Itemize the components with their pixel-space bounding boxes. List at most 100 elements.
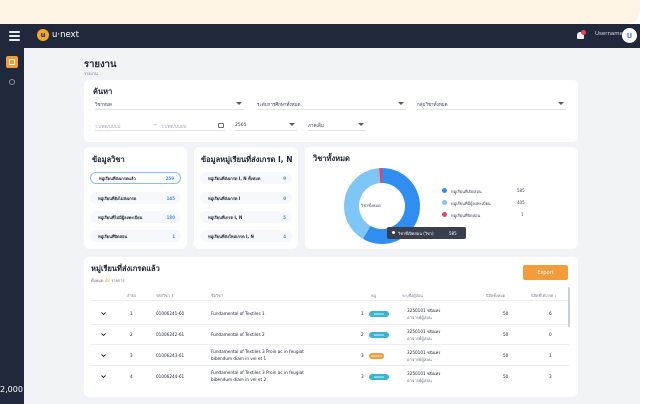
stat-value: 180	[166, 214, 175, 220]
subject-select[interactable]: วิชาหมด	[95, 99, 244, 110]
col-index-header: ลำดับ	[127, 293, 137, 298]
stat-value: 145	[166, 195, 175, 201]
bell-icon[interactable]	[576, 30, 586, 42]
sidebar-item-report[interactable]	[6, 56, 18, 68]
status-badge[interactable]: ผลสอบ	[369, 311, 389, 317]
stat-grade-in-all[interactable]: หมู่เรียนที่ส่งเกรด I, N ทั้งหมด 9	[200, 172, 292, 184]
row-code: 01006243-61	[156, 353, 185, 358]
row-name-line2: bibendum diam in vel et 2	[211, 377, 267, 382]
term-select[interactable]: ภาคเต็ม	[308, 120, 366, 131]
row-instructor: 3250101 ชนินทร	[407, 371, 441, 376]
legend-value: 585	[517, 188, 525, 193]
donut-center-label: วิชาทั้งหมด	[361, 203, 381, 208]
chevron-down-icon[interactable]	[101, 312, 106, 315]
row-section: 3	[361, 374, 364, 379]
document-icon	[9, 79, 15, 85]
row-section: 1	[361, 311, 364, 316]
sidebar-item-other[interactable]	[6, 76, 18, 88]
table-scrollbar[interactable]	[568, 287, 570, 327]
stat-label: หมู่เรียนที่ส่งเกรด I, N ทั้งหมด	[208, 175, 261, 181]
top-strip	[0, 0, 640, 24]
stat-no-enrollment[interactable]: หมู่เรียนที่ไม่มีผู้ลงทะเบียน 180	[90, 211, 181, 223]
status-badge[interactable]: ผลสอบ	[369, 374, 389, 380]
top-navbar: u u·next Username U	[0, 24, 640, 48]
legend-label: หมู่เรียนที่มีผู้ลงทะเบียน	[451, 201, 491, 206]
col-name-header: ชื่อวิชา	[211, 293, 223, 298]
row-grade-i: 6	[549, 311, 552, 316]
row-section: 3	[361, 353, 364, 358]
row-instructor-role: อาจารย์ผู้สอน	[407, 336, 432, 341]
row-name: Fundamental of Textiles 2	[211, 332, 265, 337]
chevron-down-icon[interactable]	[101, 354, 106, 357]
stat-value: 4	[283, 233, 286, 239]
row-students: 50	[503, 353, 509, 358]
row-index: 4	[130, 374, 133, 379]
stat-grade-in-new[interactable]: หมู่เรียนที่ส่งใหม่เกรด I, N 4	[200, 230, 292, 242]
row-instructor: 3250101 ชนินทร	[407, 350, 441, 355]
row-name-line2: bibendum diam in vel et 1	[211, 356, 267, 361]
subject-info-card: ข้อมูลวิชา หมู่เรียนที่ส่งเกรดแล้ว 259 หม…	[84, 147, 187, 249]
row-students: 50	[503, 374, 509, 379]
chevron-down-icon	[358, 123, 364, 126]
stat-closed[interactable]: หมู่เรียนที่ปิดสอน 1	[90, 230, 181, 242]
chevron-down-icon[interactable]	[101, 375, 106, 378]
chevron-down-icon	[558, 102, 564, 105]
legend-label: หมู่เรียนที่ปิดสอน	[451, 213, 481, 218]
stat-not-graded[interactable]: หมู่เรียนที่ยังไม่ส่งเกรด 145	[90, 192, 181, 204]
year-select[interactable]: 2565	[235, 120, 297, 131]
date-to-placeholder: วว/ดด/ปปปป	[161, 125, 187, 130]
row-students: 50	[503, 311, 509, 316]
hamburger-icon[interactable]	[9, 31, 20, 41]
row-name: Fundamental of Textiles 1	[211, 311, 265, 316]
col-instructor-header: ระบุชื่อผู้สอน	[402, 293, 423, 298]
tooltip-dot	[392, 231, 395, 234]
date-arrow: →	[153, 123, 157, 128]
chevron-down-icon[interactable]	[101, 333, 106, 336]
row-index: 1	[130, 311, 133, 316]
stat-value: 259	[165, 175, 174, 181]
row-index: 3	[130, 353, 133, 358]
sort-icon[interactable]: ⇕	[171, 293, 174, 298]
stat-value: 1	[172, 233, 175, 239]
username-label[interactable]: Username	[595, 31, 623, 37]
stat-label: หมู่เรียนที่ส่งเกรดแล้ว	[99, 175, 136, 181]
legend-value: 1	[521, 212, 524, 217]
stat-value: 0	[283, 195, 286, 201]
legend-dot	[442, 200, 447, 205]
term-select-value: ภาคเต็ม	[308, 123, 324, 129]
legend-value: 405	[517, 200, 525, 205]
stat-grade-in[interactable]: หมู่เรียนที่เกรด I, N 5	[200, 211, 292, 223]
row-code: 01006241-60	[156, 311, 185, 316]
status-badge[interactable]: ผลสอบ	[369, 332, 389, 338]
row-code: 01006242-61	[156, 332, 185, 337]
date-range-input[interactable]: วว/ดด/ปปปป → วว/ดด/ปปปป	[95, 120, 225, 131]
app-logo[interactable]: u u·next	[37, 29, 79, 41]
avatar[interactable]: U	[622, 28, 637, 43]
app-frame: u u·next Username U รายงาน รายงาน ค้นหา …	[0, 0, 645, 404]
chevron-down-icon	[289, 123, 295, 126]
chart-tooltip: วิชาที่เปิดสอน (วิชา) 585	[387, 227, 466, 239]
chevron-down-icon	[398, 102, 404, 105]
level-select[interactable]: ระดับการศึกษาทั้งหมด	[257, 99, 406, 110]
chevron-down-icon	[236, 102, 242, 105]
stat-label: หมู่เรียนที่ไม่มีผู้ลงทะเบียน	[98, 214, 143, 220]
row-instructor-role: อาจารย์ผู้สอน	[407, 378, 432, 383]
col-code-header[interactable]: รหัสวิชา ⇕	[156, 293, 174, 299]
row-grade-i: 0	[549, 332, 552, 337]
stat-graded[interactable]: หมู่เรียนที่ส่งเกรดแล้ว 259	[90, 172, 181, 184]
subject-group-select[interactable]: กลุ่มวิชาทั้งหมด	[417, 99, 566, 110]
export-button[interactable]: Export	[523, 265, 568, 280]
stat-label: หมู่เรียนที่เกรด I, N	[208, 214, 243, 220]
calendar-icon	[218, 123, 224, 128]
stat-label: หมู่เรียนที่ส่งเกรด I	[208, 195, 241, 201]
search-card: ค้นหา วิชาหมด ระดับการศึกษาทั้งหมด กลุ่ม…	[84, 80, 578, 142]
status-badge[interactable]: ผลสอบ	[369, 353, 384, 359]
legend-label: หมู่เรียนที่เปิดสอน	[451, 189, 482, 194]
row-name: Fundamental of Textiles 3 Proin ac in fe…	[211, 370, 304, 375]
breadcrumb[interactable]: รายงาน	[84, 70, 98, 77]
row-grade-i: 1	[549, 353, 552, 358]
stat-grade-i[interactable]: หมู่เรียนที่ส่งเกรด I 0	[200, 192, 292, 204]
stat-label: หมู่เรียนที่ส่งใหม่เกรด I, N	[208, 233, 254, 239]
search-heading: ค้นหา	[93, 87, 113, 96]
row-instructor-role: อาจารย์ผู้สอน	[407, 315, 432, 320]
